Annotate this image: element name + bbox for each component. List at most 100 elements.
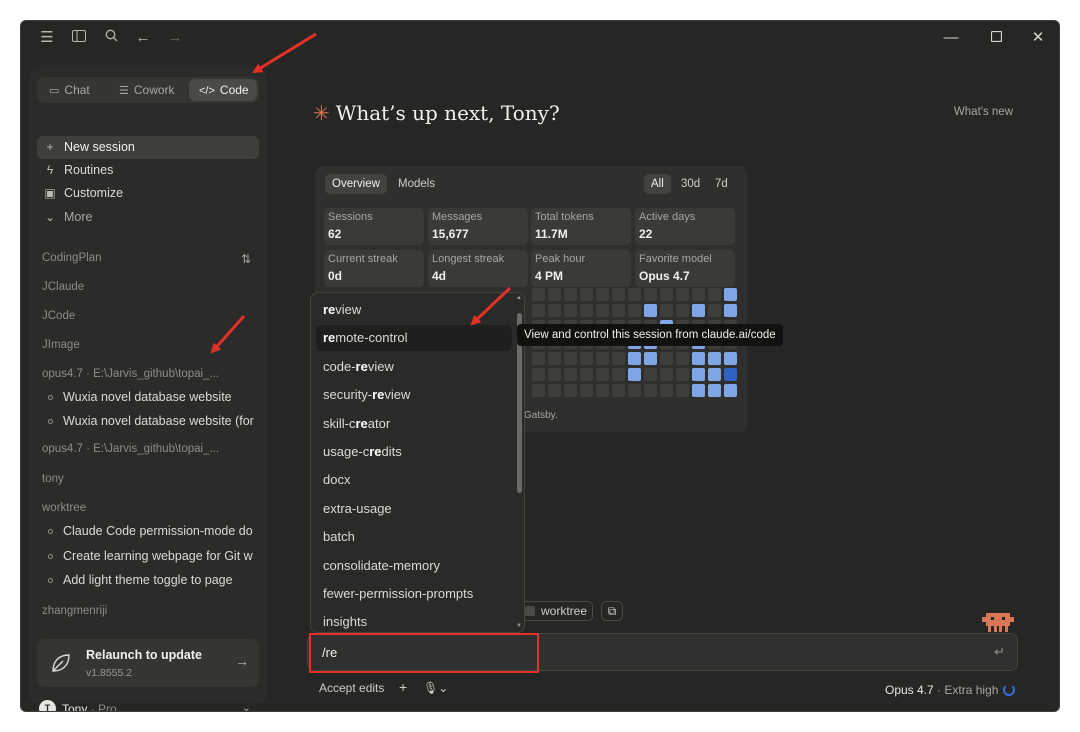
filter-sliders-icon[interactable]: ⇅ (241, 252, 251, 266)
mode-switcher: ▭ Chat ☰ Cowork </> Code (37, 77, 259, 103)
heatmap-cell (692, 304, 705, 317)
heatmap-cell (644, 352, 657, 365)
slash-command-item[interactable]: insights (316, 609, 512, 632)
heatmap-cell (532, 304, 545, 317)
slash-command-item[interactable]: code-review (316, 354, 512, 380)
annotation-highlight-box (309, 633, 539, 673)
session-item[interactable]: Add light theme toggle to page (63, 573, 258, 587)
project-group-worktree[interactable]: worktree (42, 502, 86, 514)
forward-arrow-icon[interactable]: → (166, 29, 184, 47)
tab-code[interactable]: </> Code (189, 79, 257, 101)
greeting: ✳ What’s up next, Tony? (313, 101, 560, 125)
sidebar: ▭ Chat ☰ Cowork </> Code + New session ϟ Rout… (29, 67, 267, 711)
slash-command-item[interactable]: consolidate-memory (316, 553, 512, 579)
heatmap-cell (532, 368, 545, 381)
project-group-opus-2[interactable]: opus4.7 · E:\Jarvis_github\topai_... (42, 443, 219, 455)
tab-chat[interactable]: ▭ Chat (39, 79, 109, 101)
project-group-zhangmenriji[interactable]: zhangmenriji (42, 605, 107, 617)
tab-cowork[interactable]: ☰ Cowork (109, 79, 187, 101)
slash-command-item[interactable]: fewer-permission-prompts (316, 581, 512, 607)
slash-command-item[interactable]: usage-credits (316, 439, 512, 465)
hamburger-menu-icon[interactable]: ☰ (38, 29, 56, 47)
heatmap-cell (580, 384, 593, 397)
user-menu[interactable]: T Tony · Pro ⌄ (37, 699, 259, 712)
whats-new-link[interactable]: What's new (954, 106, 1013, 118)
back-arrow-icon[interactable]: ← (134, 29, 152, 47)
microphone-icon[interactable]: 🎙︎⌄ (423, 681, 448, 695)
project-group-jcode[interactable]: JCode (42, 310, 75, 322)
stat-card-peak-hour: Peak hour 4 PM (531, 250, 631, 287)
heatmap-cell (644, 368, 657, 381)
accept-edits-button[interactable]: Accept edits (319, 681, 384, 695)
session-item[interactable]: Wuxia novel database website (63, 390, 258, 404)
slash-command-item[interactable]: skill-creator (316, 411, 512, 437)
minimize-icon[interactable]: — (942, 29, 960, 47)
heatmap-cell (580, 304, 593, 317)
heatmap-cell (724, 368, 737, 381)
branch-icon (525, 606, 535, 616)
version-label: v1.8555.2 (86, 667, 133, 679)
heatmap-cell (532, 352, 545, 365)
heatmap-cell (548, 352, 561, 365)
session-dot (48, 395, 53, 400)
heatmap-cell (644, 288, 657, 301)
project-group-tony[interactable]: tony (42, 473, 64, 485)
heatmap-cell (612, 288, 625, 301)
session-item[interactable]: Wuxia novel database website (for (63, 414, 258, 428)
range-all[interactable]: All (644, 174, 671, 194)
project-group-opus[interactable]: opus4.7 · E:\Jarvis_github\topai_... (42, 368, 219, 380)
slash-command-item[interactable]: extra-usage (316, 496, 512, 522)
heatmap-cell (628, 384, 641, 397)
slash-command-menu: review remote-control code-review security-… (310, 292, 525, 633)
heatmap-cell (612, 352, 625, 365)
sparkle-icon: ✳ (313, 101, 330, 125)
heatmap-cell (676, 384, 689, 397)
routines-link[interactable]: ϟ Routines (37, 159, 259, 182)
heatmap-cell (724, 352, 737, 365)
command-tooltip: View and control this session from claud… (517, 324, 783, 346)
slash-command-item[interactable]: docx (316, 467, 512, 493)
search-icon[interactable] (102, 29, 120, 47)
tab-models[interactable]: Models (391, 174, 442, 194)
folder-icon[interactable]: ⧉ (601, 601, 623, 621)
heatmap-cell (564, 352, 577, 365)
new-session-button[interactable]: + New session (37, 136, 259, 159)
heatmap-cell (580, 288, 593, 301)
heatmap-cell (612, 304, 625, 317)
heatmap-cell (564, 384, 577, 397)
heatmap-cell (644, 384, 657, 397)
heatmap-cell (564, 288, 577, 301)
menu-scrollbar[interactable] (517, 301, 522, 629)
session-item[interactable]: Claude Code permission-mode do (63, 524, 258, 538)
relaunch-update-card[interactable]: Relaunch to update v1.8555.2 → (37, 639, 259, 687)
scroll-down-icon[interactable]: ▼ (516, 623, 522, 629)
close-icon[interactable]: ✕ (1029, 29, 1047, 47)
range-30d[interactable]: 30d (674, 174, 707, 194)
tab-overview[interactable]: Overview (325, 174, 387, 194)
worktree-pill[interactable]: worktree (521, 601, 593, 621)
session-item[interactable]: Create learning webpage for Git w (63, 549, 258, 563)
heatmap-cell (708, 384, 721, 397)
maximize-icon[interactable] (987, 29, 1005, 47)
user-plan: · Pro (90, 702, 117, 712)
slash-command-item[interactable]: review (316, 297, 512, 323)
project-group-jimage[interactable]: JImage (42, 339, 80, 351)
heatmap-cell (676, 288, 689, 301)
more-link[interactable]: ⌄ More (37, 206, 259, 229)
heatmap-cell (596, 352, 609, 365)
lightning-icon: ϟ (46, 163, 54, 177)
range-7d[interactable]: 7d (708, 174, 735, 194)
heatmap-cell (692, 384, 705, 397)
plus-icon[interactable]: + (399, 679, 407, 695)
model-selector[interactable]: Opus 4.7 · Extra high (885, 683, 998, 697)
heatmap-cell (596, 288, 609, 301)
heatmap-cell (708, 352, 721, 365)
customize-link[interactable]: ▣ Customize (37, 182, 259, 205)
enter-return-icon[interactable]: ↵ (994, 644, 1005, 660)
project-group-codingplan[interactable]: CodingPlan (42, 252, 101, 264)
sidebar-toggle-icon[interactable] (70, 29, 88, 47)
slash-command-item[interactable]: batch (316, 524, 512, 550)
slash-command-item[interactable]: security-review (316, 382, 512, 408)
slash-command-item[interactable]: remote-control (316, 325, 512, 352)
project-group-jclaude[interactable]: JClaude (42, 281, 84, 293)
